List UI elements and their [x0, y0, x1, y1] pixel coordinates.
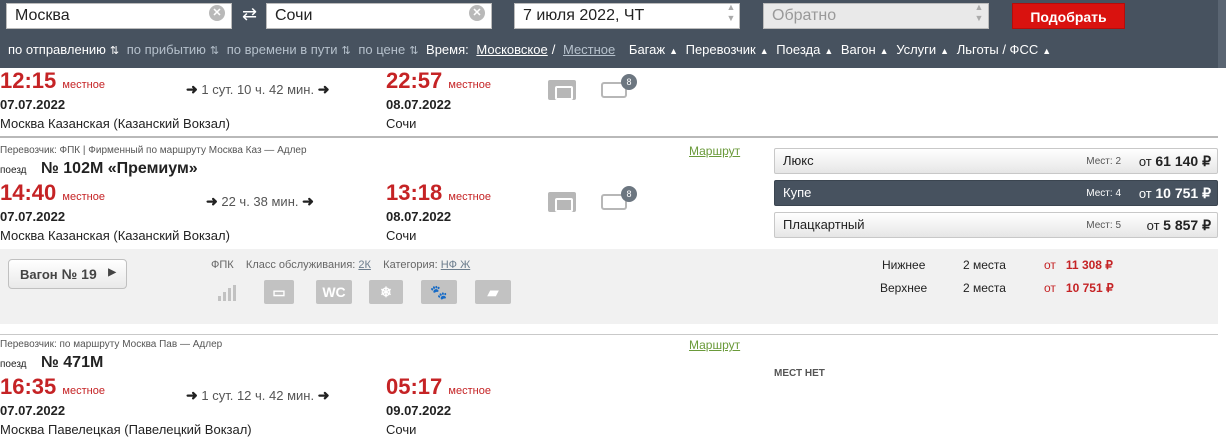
class-option-platzkart[interactable]: Плацкартный Мест: 5 от 5 857 ₽ [774, 212, 1218, 238]
caret-up-icon: ▲ [824, 46, 834, 56]
departure-station: Москва Казанская (Казанский Вокзал) [0, 116, 230, 131]
time-label: Время: [426, 42, 469, 57]
arrow-right-icon: ➜ [186, 387, 198, 403]
departure-time: 14:40 местное [0, 180, 105, 205]
scrollbar[interactable] [1218, 0, 1226, 68]
seat-type: Верхнее [880, 281, 928, 295]
arrow-right-icon: ➜ [302, 193, 314, 209]
from-input[interactable]: Москва [6, 3, 232, 29]
baggage-icon [548, 192, 576, 212]
departure-station: Москва Павелецкая (Павелецкий Вокзал) [0, 422, 252, 437]
departure-date: 07.07.2022 [0, 209, 66, 224]
filter-carrier[interactable]: Перевозчик [686, 42, 756, 57]
date-stepper-icon[interactable]: ▲ ▼ [725, 2, 737, 26]
filter-baggage[interactable]: Багаж [629, 42, 665, 57]
sort-icon[interactable]: ⇅ [210, 45, 219, 57]
seat-price[interactable]: от 11 308 ₽ [1044, 258, 1113, 272]
sort-departure[interactable]: по отправлению [8, 42, 106, 57]
departure-date: 07.07.2022 [0, 97, 66, 112]
caret-up-icon: ▲ [759, 46, 769, 56]
return-date-input[interactable]: Обратно [763, 3, 989, 29]
arrival-time: 13:18 местное [386, 180, 491, 205]
play-icon: ▶ [108, 267, 116, 278]
snowflake-icon: ❄ [369, 280, 403, 304]
services-count-badge: 8 [621, 74, 637, 90]
travel-duration: ➜ 1 сут. 12 ч. 42 мин. ➜ [186, 387, 330, 403]
clear-from-icon[interactable]: ✕ [209, 5, 225, 21]
departure-date: 07.07.2022 [0, 403, 66, 418]
arrow-right-icon: ➜ [317, 81, 330, 97]
caret-up-icon: ▲ [879, 46, 889, 56]
filter-bar: по отправлению ⇅ по прибытию ⇅ по времени … [8, 42, 1055, 60]
route-link[interactable]: Маршрут [689, 144, 740, 158]
train-services-icon: 8 [601, 186, 637, 212]
train-title: поезд № 102М «Премиум» [0, 160, 198, 177]
departure-station: Москва Казанская (Казанский Вокзал) [0, 228, 230, 243]
baggage-icon [548, 80, 576, 100]
route-link[interactable]: Маршрут [689, 338, 740, 352]
carrier-info: Перевозчик: ФПК | Фирменный по маршруту … [0, 145, 307, 156]
carrier-info: Перевозчик: по маршруту Москва Пав — Адл… [0, 339, 223, 350]
chart-icon [218, 285, 236, 301]
date-input[interactable]: 7 июля 2022, ЧТ [514, 3, 740, 29]
sort-icon[interactable]: ⇅ [409, 45, 418, 57]
train-services-icon: 8 [601, 74, 637, 100]
filter-trains[interactable]: Поезда [776, 42, 820, 57]
filter-benefits[interactable]: Льготы / ФСС [957, 42, 1039, 57]
seat-type: Нижнее [882, 258, 926, 272]
travel-duration: ➜ 1 сут. 10 ч. 42 мин. ➜ [186, 81, 330, 97]
seat-count: 2 места [963, 281, 1006, 295]
time-separator: / [551, 42, 556, 57]
departure-time: 12:15 местное [0, 68, 105, 93]
arrival-time: 22:57 местное [386, 68, 491, 93]
travel-duration: ➜ 22 ч. 38 мин. ➜ [206, 193, 314, 209]
sort-arrival[interactable]: по прибытию [127, 42, 206, 57]
divider [0, 334, 1218, 335]
arrow-right-icon: ➜ [317, 387, 330, 403]
to-input[interactable]: Сочи [266, 3, 492, 29]
arrival-station: Сочи [386, 228, 417, 243]
sort-icon[interactable]: ⇅ [342, 45, 351, 57]
seat-count: 2 места [963, 258, 1006, 272]
arrival-date: 08.07.2022 [386, 97, 452, 112]
pet-icon: 🐾 [421, 280, 457, 304]
arrow-right-icon: ➜ [186, 81, 198, 97]
return-stepper-icon[interactable]: ▲ ▼ [973, 2, 985, 26]
time-local-toggle[interactable]: Местное [563, 42, 615, 57]
caret-up-icon: ▲ [669, 46, 678, 56]
sort-price[interactable]: по цене [358, 42, 405, 57]
wagon-details: Вагон № 19 ▶ ФПК Класс обслуживания: 2К К… [0, 249, 1218, 324]
sort-travel-time[interactable]: по времени в пути [227, 42, 338, 57]
search-bar: Москва ✕ ⇄ Сочи ✕ 7 июля 2022, ЧТ ▲ ▼ Обр… [0, 0, 1226, 68]
filter-wagon[interactable]: Вагон [841, 42, 876, 57]
bed-icon: ▰ [475, 280, 511, 304]
train-title: поезд № 471М [0, 354, 104, 371]
departure-time: 16:35 местное [0, 374, 105, 399]
wc-icon: WC [316, 280, 352, 304]
arrival-station: Сочи [386, 422, 417, 437]
clear-to-icon[interactable]: ✕ [469, 5, 485, 21]
search-button[interactable]: Подобрать [1012, 3, 1125, 29]
services-count-badge: 8 [621, 186, 637, 202]
time-moscow-toggle[interactable]: Московское [476, 42, 547, 57]
class-option-coupe[interactable]: Купе Мест: 4 от 10 751 ₽ [774, 180, 1218, 206]
filter-services[interactable]: Услуги [896, 42, 936, 57]
sort-icon[interactable]: ⇅ [110, 45, 119, 57]
seat-price[interactable]: от 10 751 ₽ [1044, 281, 1114, 295]
arrival-date: 08.07.2022 [386, 209, 452, 224]
arrow-right-icon: ➜ [206, 193, 218, 209]
arrival-date: 09.07.2022 [386, 403, 452, 418]
class-option-lux[interactable]: Люкс Мест: 2 от 61 140 ₽ [774, 148, 1218, 174]
wagon-info: ФПК Класс обслуживания: 2К Категория: НФ… [211, 259, 471, 271]
swap-icon[interactable]: ⇄ [242, 4, 257, 25]
arrival-station: Сочи [386, 116, 417, 131]
wagon-selector-button[interactable]: Вагон № 19 ▶ [8, 259, 127, 289]
no-seats-label: МЕСТ НЕТ [774, 368, 825, 379]
arrival-time: 05:17 местное [386, 374, 491, 399]
baggage-icon: ▭ [264, 280, 294, 304]
divider [0, 136, 1218, 138]
caret-up-icon: ▲ [940, 46, 950, 56]
caret-up-icon: ▲ [1042, 46, 1052, 56]
